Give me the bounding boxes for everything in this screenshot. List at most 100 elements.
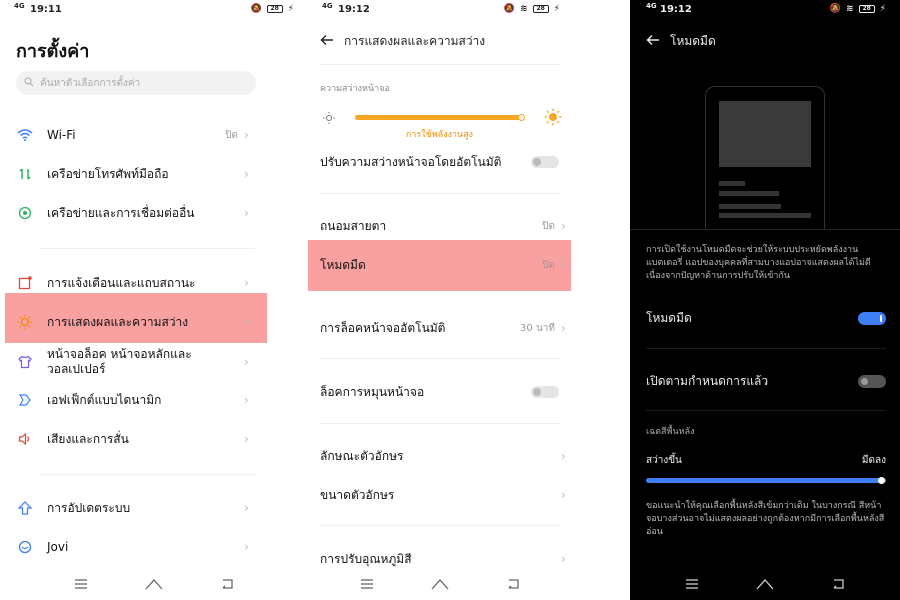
mute-icon: 🔕 [829, 4, 842, 14]
settings-item-display[interactable]: การแสดงผลและความสว่าง › [0, 314, 267, 330]
rotation-lock-toggle[interactable] [531, 386, 559, 398]
charging-icon: ⚡ [287, 4, 294, 14]
menu-icon[interactable] [683, 577, 701, 591]
brightness-slider[interactable] [322, 108, 562, 126]
charging-icon: ⚡ [879, 4, 886, 14]
divider [40, 248, 255, 249]
menu-icon[interactable] [72, 577, 90, 591]
color-temperature-row[interactable]: การปรับอุณหภูมิสี › [308, 551, 571, 567]
settings-item-jovi[interactable]: Jovi › [0, 539, 267, 555]
chevron-right-icon: › [244, 540, 249, 554]
setting-label: ขนาดตัวอักษร [320, 487, 395, 502]
background-shade-knob[interactable] [878, 477, 885, 484]
settings-item-system-update[interactable]: การอัปเดตระบบ › [0, 500, 267, 516]
chevron-right-icon: › [561, 552, 566, 566]
settings-item-label: การอัปเดตระบบ [47, 500, 131, 515]
settings-item-label: เสียงและการสั่น [47, 431, 129, 446]
search-icon [24, 77, 34, 90]
navigation-bar [630, 576, 900, 592]
settings-item-notifications[interactable]: การแจ้งเตือนและแถบสถานะ › [0, 275, 267, 291]
connection-icon [17, 205, 33, 221]
chevron-right-icon: › [244, 432, 249, 446]
chevron-right-icon: › [244, 355, 249, 369]
auto-lock-row[interactable]: การล็อคหน้าจออัตโนมัติ 30 นาที › [308, 320, 571, 336]
dark-mode-toggle[interactable] [858, 311, 886, 325]
home-icon[interactable] [756, 577, 774, 591]
charging-icon: ⚡ [553, 4, 560, 14]
status-bar: 4G 19:12 🔕 ≋ 28 ⚡ [630, 2, 900, 18]
setting-value: ปิด [542, 220, 555, 232]
chevron-right-icon: › [244, 393, 249, 407]
preview-line [719, 204, 781, 209]
setting-label: ล็อคการหมุนหน้าจอ [320, 384, 425, 399]
font-size-row[interactable]: ขนาดตัวอักษร › [308, 487, 571, 503]
back-arrow-icon[interactable] [320, 34, 334, 49]
navigation-bar [308, 576, 571, 592]
setting-value: 30 นาที [520, 322, 555, 334]
chevron-right-icon: › [244, 315, 249, 329]
home-icon[interactable] [431, 577, 449, 591]
home-icon[interactable] [145, 577, 163, 591]
settings-item-lockscreen[interactable]: หน้าจอล็อค หน้าจอหลักและวอลเปเปอร์ › [0, 346, 267, 378]
brightness-icon [17, 314, 33, 330]
settings-item-wifi[interactable]: Wi-Fi ปิด › [0, 127, 267, 143]
status-time: 19:12 [338, 4, 370, 15]
settings-item-label: การแจ้งเตือนและแถบสถานะ [47, 275, 196, 290]
chevron-right-icon: › [561, 321, 566, 335]
chevron-right-icon: › [244, 276, 249, 290]
preview-image-block [719, 101, 811, 167]
settings-screen: 4G 19:11 🔕 28 ⚡ การตั้งค่า ค้นหาตัวเลือก… [0, 0, 308, 600]
search-input[interactable]: ค้นหาตัวเลือกการตั้งค่า [16, 71, 256, 95]
header: โหมดมืด [646, 32, 716, 51]
chevron-right-icon: › [244, 167, 249, 181]
battery-icon: 28 [858, 5, 875, 13]
back-arrow-icon[interactable] [646, 34, 660, 49]
settings-item-mobile-network[interactable]: เครือข่ายโทรศัพท์มือถือ › [0, 166, 267, 182]
settings-item-label: หน้าจอล็อค หน้าจอหลักและวอลเปเปอร์ [47, 347, 192, 376]
update-icon [17, 500, 33, 516]
signal-label: 4G [14, 2, 25, 10]
wifi-icon [17, 127, 33, 143]
divider [320, 423, 560, 424]
font-style-row[interactable]: ลักษณะตัวอักษร › [308, 448, 571, 464]
eye-protection-row[interactable]: ถนอมสายตา ปิด › [308, 218, 571, 234]
header: การแสดงผลและความสว่าง [320, 32, 485, 51]
setting-label: การล็อคหน้าจออัตโนมัติ [320, 320, 446, 335]
status-bar: 4G 19:12 🔕 ≋ 28 ⚡ [308, 2, 630, 18]
dark-mode-description: การเปิดใช้งานโหมดมืดจะช่วยให้ระบบประหยัด… [646, 245, 871, 281]
mute-icon: 🔕 [503, 4, 516, 14]
menu-icon[interactable] [358, 577, 376, 591]
divider [40, 474, 255, 475]
jovi-icon [17, 539, 33, 555]
divider [320, 358, 560, 359]
divider [646, 348, 886, 349]
page-title: การตั้งค่า [16, 41, 90, 62]
dark-mode-row: โหมดมืด [646, 310, 886, 326]
dynamic-effects-icon [17, 392, 33, 408]
back-nav-icon[interactable] [829, 577, 847, 591]
settings-item-connections[interactable]: เครือข่ายและการเชื่อมต่ออื่น › [0, 205, 267, 221]
page-title: โหมดมืด [670, 34, 716, 48]
chevron-right-icon: › [561, 488, 566, 502]
chevron-right-icon: › [561, 449, 566, 463]
setting-label: การปรับอุณหภูมิสี [320, 551, 412, 566]
screenshots-container: 4G 19:11 🔕 28 ⚡ การตั้งค่า ค้นหาตัวเลือก… [0, 0, 900, 600]
brightness-knob[interactable] [517, 114, 525, 121]
lighter-label: สว่างขึ้น [646, 455, 682, 466]
schedule-toggle[interactable] [858, 374, 886, 388]
divider [630, 229, 900, 230]
back-nav-icon[interactable] [218, 577, 236, 591]
settings-item-value: ปิด [225, 129, 238, 141]
settings-item-dynamic-effects[interactable]: เอฟเฟ็กต์แบบไดนามิก › [0, 392, 267, 408]
back-nav-icon[interactable] [504, 577, 522, 591]
notification-icon [17, 275, 33, 291]
dark-mode-row[interactable]: โหมดมืด ปิด › [308, 257, 571, 273]
setting-label: โหมดมืด [320, 257, 366, 272]
settings-item-sound[interactable]: เสียงและการสั่น › [0, 431, 267, 447]
page-title: การแสดงผลและความสว่าง [344, 34, 486, 48]
auto-brightness-toggle[interactable] [531, 156, 559, 168]
settings-item-label: เอฟเฟ็กต์แบบไดนามิก [47, 392, 162, 407]
background-shade-slider[interactable] [646, 477, 886, 484]
preview-line [719, 213, 811, 218]
setting-label: เปิดตามกำหนดการแล้ว [646, 373, 769, 388]
